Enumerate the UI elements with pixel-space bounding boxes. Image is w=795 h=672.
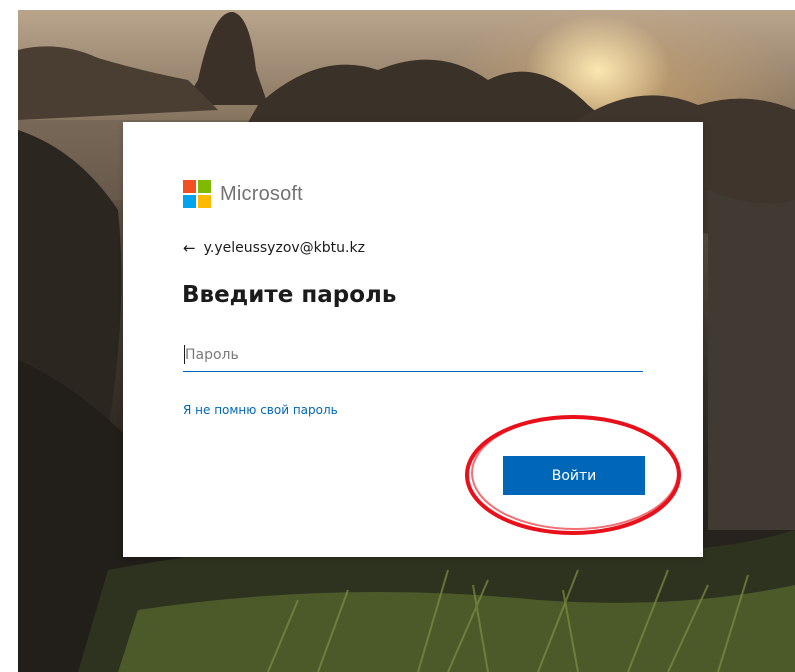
microsoft-logo: Microsoft bbox=[183, 180, 303, 208]
identity-banner: ← y.yeleussyzov@kbtu.kz bbox=[183, 240, 365, 256]
text-cursor bbox=[184, 345, 185, 364]
brand-name: Microsoft bbox=[220, 182, 303, 205]
logo-square-green bbox=[198, 180, 211, 193]
logo-square-yellow bbox=[198, 195, 211, 208]
forgot-password-link[interactable]: Я не помню свой пароль bbox=[183, 403, 338, 417]
microsoft-logo-icon bbox=[183, 180, 211, 208]
back-arrow-icon[interactable]: ← bbox=[183, 240, 196, 256]
signin-card: Microsoft ← y.yeleussyzov@kbtu.kz Введит… bbox=[123, 122, 703, 557]
logo-square-blue bbox=[183, 195, 196, 208]
page-title: Введите пароль bbox=[182, 282, 397, 308]
signin-button[interactable]: Войти bbox=[503, 456, 645, 495]
logo-square-red bbox=[183, 180, 196, 193]
account-email: y.yeleussyzov@kbtu.kz bbox=[203, 240, 365, 256]
password-input[interactable] bbox=[183, 338, 643, 372]
